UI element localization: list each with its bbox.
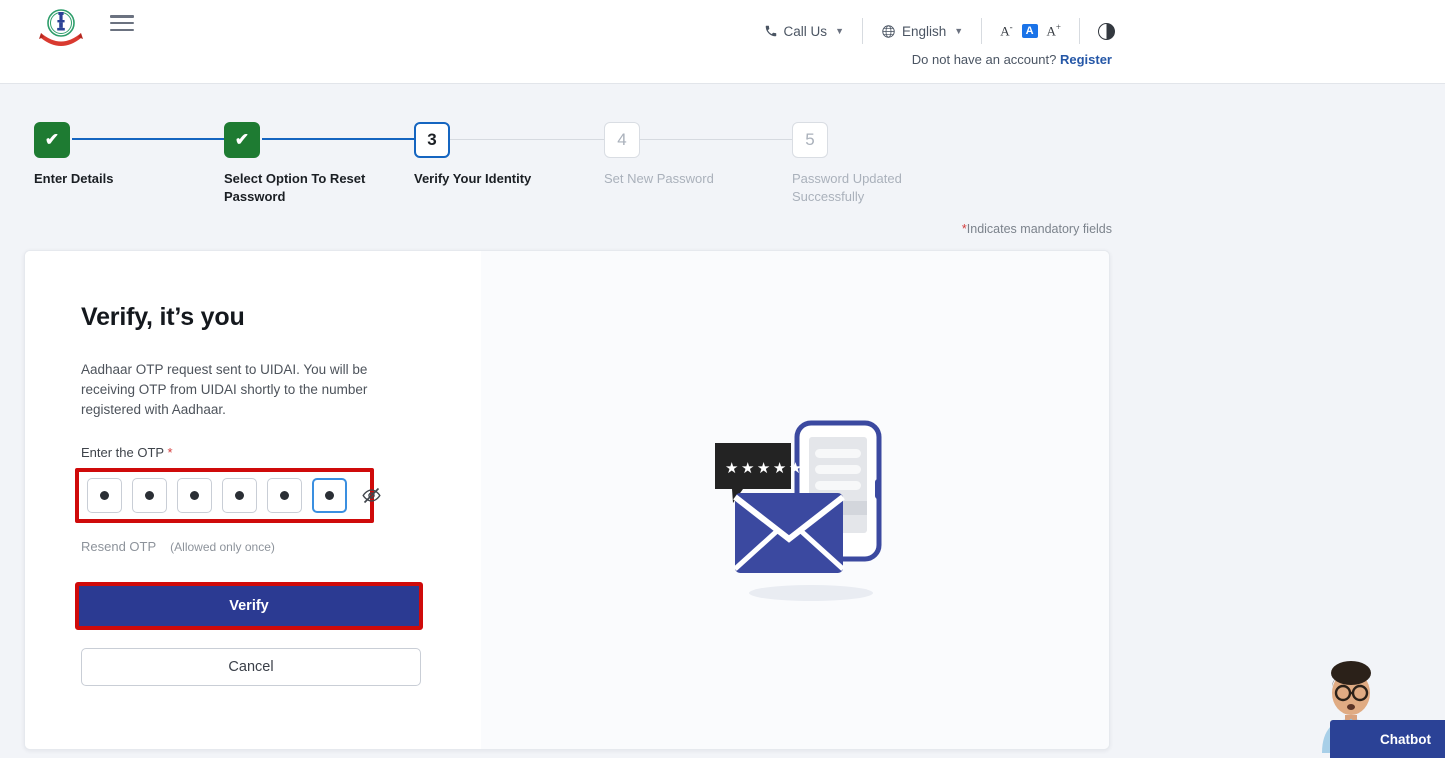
verify-button-highlight: Verify bbox=[75, 582, 423, 630]
header-utility-bar: Call Us ▼ English ▼ A- A A+ bbox=[764, 0, 1445, 50]
otp-mask-dot bbox=[145, 491, 154, 500]
card-form-panel: Verify, it’s you Aadhaar OTP request sen… bbox=[25, 251, 481, 749]
verify-button[interactable]: Verify bbox=[79, 586, 419, 626]
language-menu[interactable]: English ▼ bbox=[881, 24, 963, 39]
hamburger-line bbox=[110, 22, 134, 25]
stepper-step-2-badge: ✔ bbox=[224, 122, 260, 158]
account-prompt: Do not have an account? Register bbox=[912, 52, 1445, 67]
contrast-toggle-icon[interactable] bbox=[1098, 23, 1115, 40]
font-size-increase-button[interactable]: A+ bbox=[1047, 22, 1061, 39]
otp-mask-dot bbox=[100, 491, 109, 500]
hamburger-line bbox=[110, 29, 134, 32]
header-divider bbox=[1079, 18, 1080, 44]
otp-email-phone-illustration: ★★★★★ bbox=[699, 411, 914, 616]
resend-otp-note: (Allowed only once) bbox=[170, 540, 275, 554]
emblem-icon bbox=[33, 6, 89, 48]
mandatory-text: Indicates mandatory fields bbox=[967, 222, 1112, 236]
header-divider bbox=[862, 18, 863, 44]
font-size-controls: A- A A+ bbox=[1000, 22, 1061, 39]
resend-otp-button[interactable]: Resend OTP bbox=[81, 539, 156, 554]
stepper-step-3[interactable]: 3 Verify Your Identity bbox=[414, 122, 450, 158]
page-title: Verify, it’s you bbox=[81, 303, 425, 332]
stepper-step-5-label: Password Updated Successfully bbox=[792, 170, 942, 206]
account-prompt-text: Do not have an account? bbox=[912, 52, 1057, 67]
otp-mask-dot bbox=[190, 491, 199, 500]
otp-input-group bbox=[87, 478, 347, 513]
hamburger-line bbox=[110, 15, 134, 18]
language-label: English bbox=[902, 24, 946, 39]
card-illustration-panel: ★★★★★ bbox=[481, 251, 1109, 749]
stepper-step-3-badge: 3 bbox=[414, 122, 450, 158]
otp-input-highlight bbox=[75, 468, 374, 523]
eye-off-glyph bbox=[361, 485, 382, 506]
mandatory-fields-note: *Indicates mandatory fields bbox=[962, 222, 1112, 236]
card-description: Aadhaar OTP request sent to UIDAI. You w… bbox=[81, 360, 373, 420]
stepper-step-4-label: Set New Password bbox=[604, 170, 754, 188]
otp-field-label: Enter the OTP * bbox=[81, 445, 425, 460]
otp-digit-5[interactable] bbox=[267, 478, 302, 513]
stepper-step-5-badge: 5 bbox=[792, 122, 828, 158]
otp-digit-1[interactable] bbox=[87, 478, 122, 513]
chatbot-widget[interactable]: Chatbot bbox=[1290, 660, 1445, 758]
cancel-button[interactable]: Cancel bbox=[81, 648, 421, 686]
header-divider bbox=[981, 18, 982, 44]
progress-stepper: ✔ Enter Details ✔ Select Option To Reset… bbox=[0, 84, 1445, 214]
stepper-step-2-label: Select Option To Reset Password bbox=[224, 170, 374, 206]
hamburger-menu-icon[interactable] bbox=[110, 13, 134, 33]
call-us-menu[interactable]: Call Us ▼ bbox=[764, 24, 844, 39]
otp-mask-dot bbox=[280, 491, 289, 500]
stepper-step-4-badge: 4 bbox=[604, 122, 640, 158]
chatbot-label: Chatbot bbox=[1380, 732, 1431, 747]
illustration-svg: ★★★★★ bbox=[699, 411, 914, 611]
stepper-step-1[interactable]: ✔ Enter Details bbox=[34, 122, 70, 158]
verify-identity-card: Verify, it’s you Aadhaar OTP request sen… bbox=[24, 250, 1110, 750]
stepper-step-1-badge: ✔ bbox=[34, 122, 70, 158]
phone-icon bbox=[764, 24, 778, 38]
stepper-step-4: 4 Set New Password bbox=[604, 122, 640, 158]
site-header: Call Us ▼ English ▼ A- A A+ Do not have … bbox=[0, 0, 1445, 84]
stepper-step-5: 5 Password Updated Successfully bbox=[792, 122, 828, 158]
otp-stars-text: ★★★★★ bbox=[725, 460, 805, 477]
stepper-connector-1-2 bbox=[72, 138, 232, 140]
government-emblem-logo[interactable] bbox=[33, 6, 89, 48]
chevron-down-icon: ▼ bbox=[835, 26, 844, 36]
otp-digit-6[interactable] bbox=[312, 478, 347, 513]
stepper-step-3-label: Verify Your Identity bbox=[414, 170, 564, 188]
otp-digit-2[interactable] bbox=[132, 478, 167, 513]
stepper-step-2[interactable]: ✔ Select Option To Reset Password bbox=[224, 122, 260, 158]
font-size-decrease-button[interactable]: A- bbox=[1000, 22, 1012, 39]
stepper-connector-2-3 bbox=[262, 138, 422, 140]
stepper-connector-4-5 bbox=[640, 139, 800, 140]
resend-otp-row: Resend OTP (Allowed only once) bbox=[81, 539, 425, 554]
otp-label-text: Enter the OTP bbox=[81, 445, 164, 460]
register-link[interactable]: Register bbox=[1060, 52, 1112, 67]
chatbot-label-bar[interactable]: Chatbot bbox=[1330, 720, 1445, 758]
stepper-step-1-label: Enter Details bbox=[34, 170, 184, 188]
globe-icon bbox=[881, 24, 896, 39]
eye-off-icon[interactable] bbox=[361, 485, 382, 507]
call-us-label: Call Us bbox=[784, 24, 828, 39]
otp-required-asterisk: * bbox=[167, 445, 172, 460]
otp-digit-3[interactable] bbox=[177, 478, 212, 513]
otp-mask-dot bbox=[235, 491, 244, 500]
stepper-connector-3-4 bbox=[450, 139, 610, 140]
font-size-normal-button[interactable]: A bbox=[1022, 24, 1038, 38]
otp-mask-dot bbox=[325, 491, 334, 500]
chevron-down-icon: ▼ bbox=[954, 26, 963, 36]
otp-digit-4[interactable] bbox=[222, 478, 257, 513]
